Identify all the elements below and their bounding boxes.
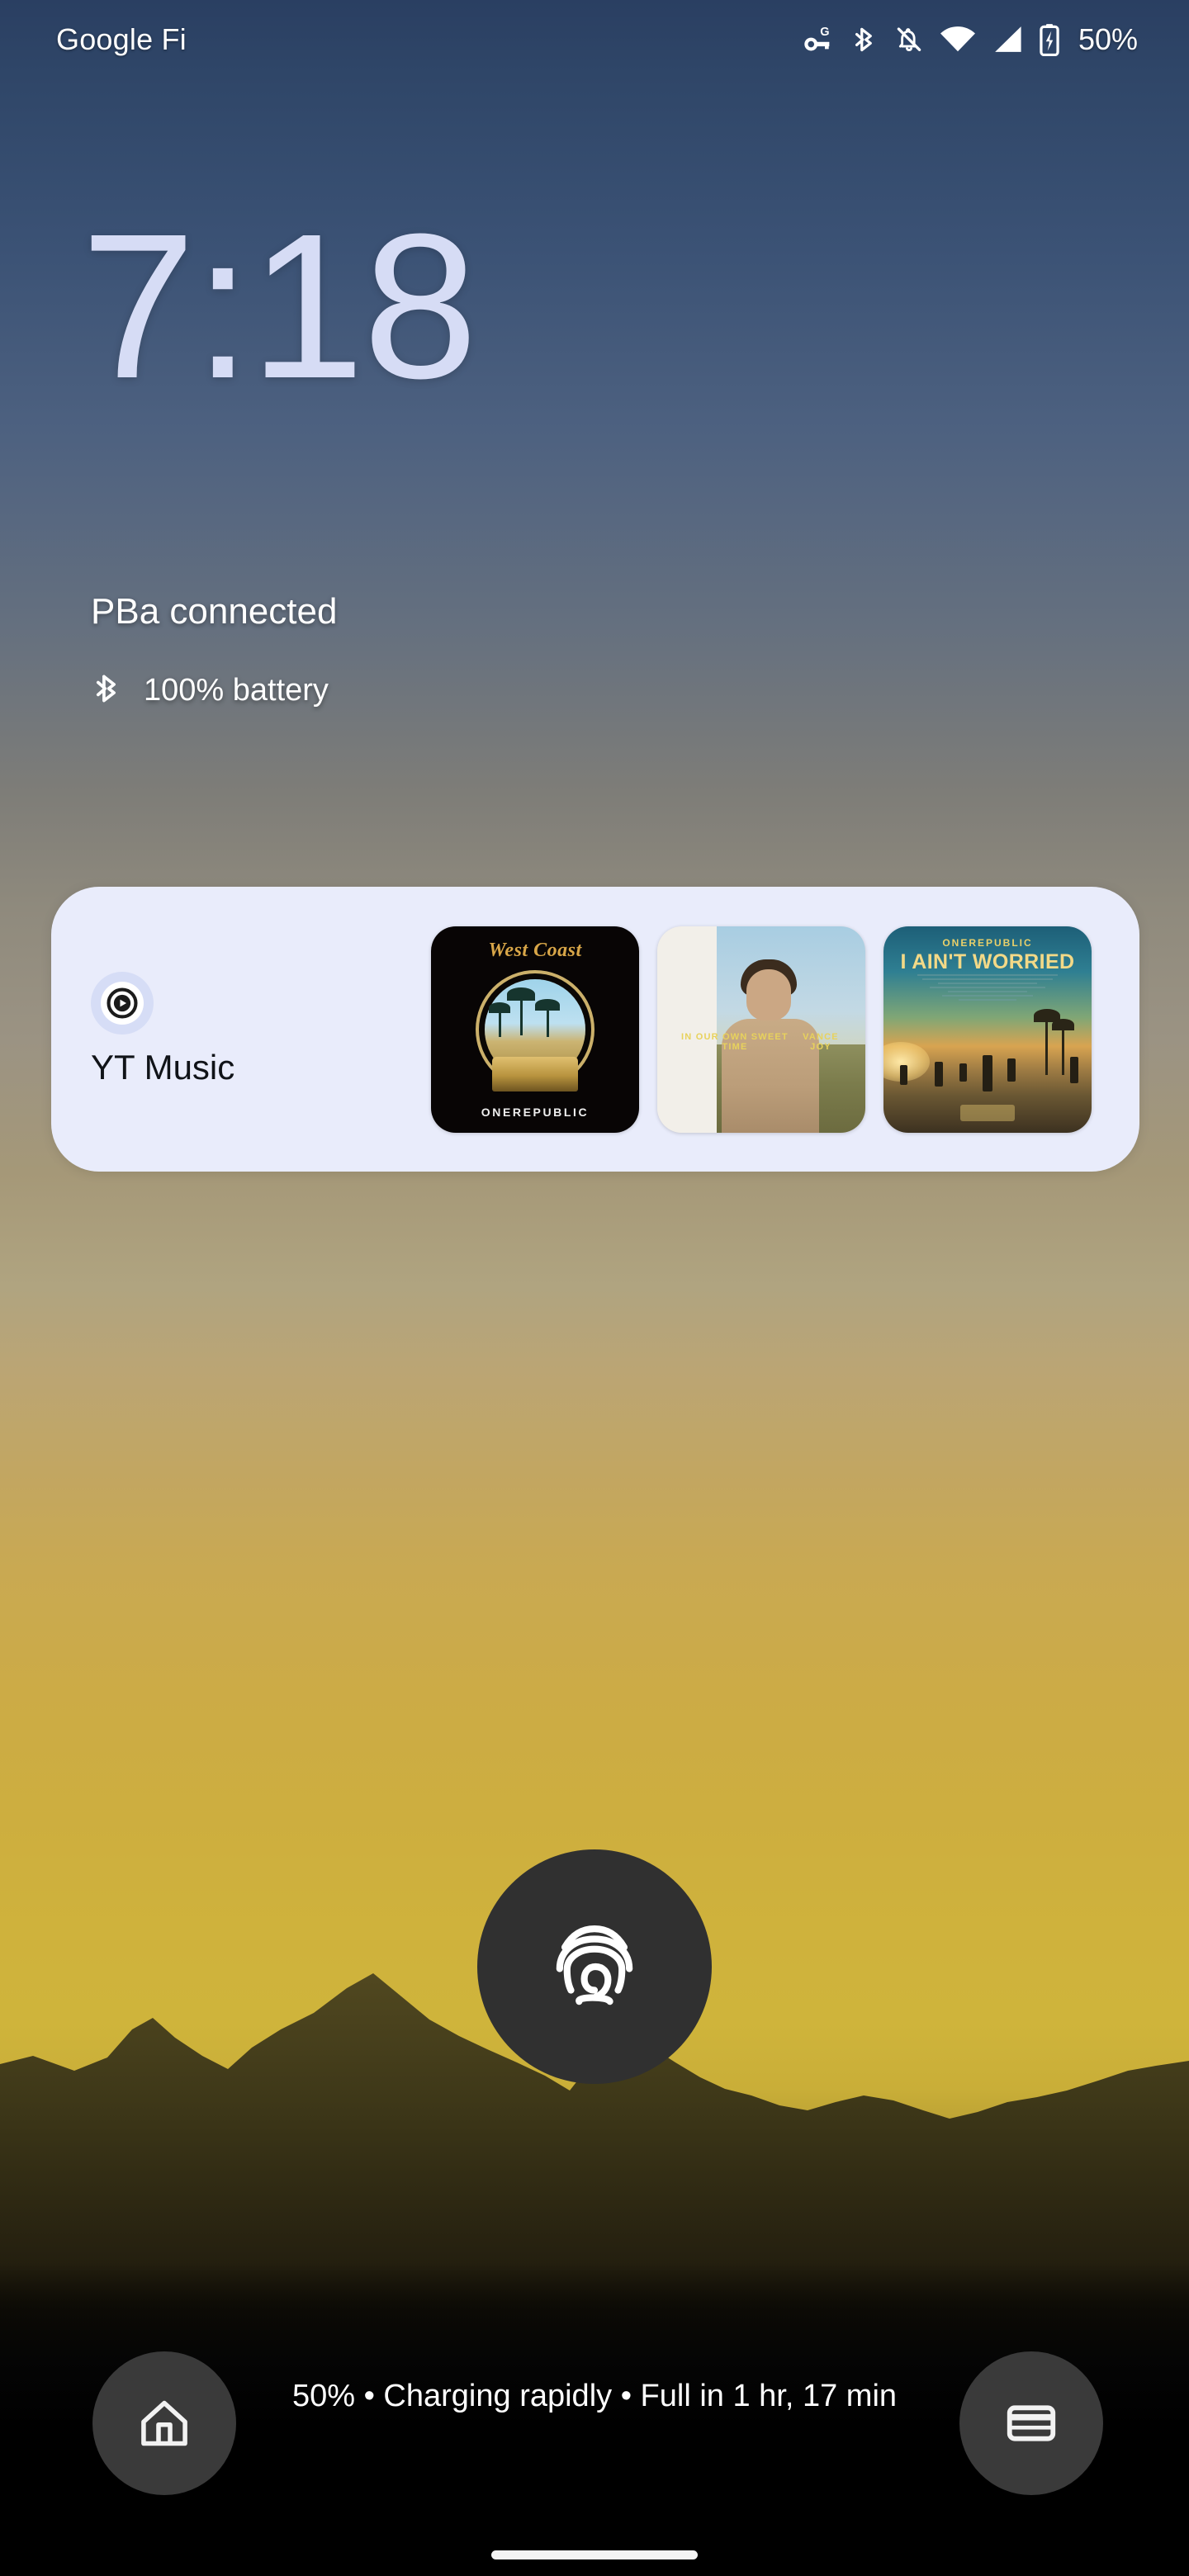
battery-percent-label: 50% bbox=[1078, 22, 1138, 56]
lock-screen: Google Fi G 50% 7:18 PBa connected 100% … bbox=[0, 0, 1189, 2576]
home-controls-shortcut-button[interactable] bbox=[92, 2351, 236, 2495]
album-1-title: West Coast bbox=[488, 939, 582, 961]
carrier-label: Google Fi bbox=[56, 22, 187, 56]
album-3-title: I AIN'T WORRIED bbox=[900, 949, 1075, 973]
youtube-music-icon[interactable] bbox=[91, 971, 154, 1035]
notification-title[interactable]: PBa connected bbox=[91, 591, 337, 632]
battery-charging-icon bbox=[1039, 23, 1060, 56]
status-icon-group: G 50% bbox=[803, 22, 1138, 57]
widget-header: YT Music bbox=[51, 971, 431, 1087]
bluetooth-icon bbox=[854, 24, 879, 55]
wifi-icon bbox=[940, 25, 976, 54]
yt-music-widget[interactable]: YT Music West Coast ONEREPUBLIC IN OUR O… bbox=[51, 887, 1139, 1172]
charging-status-text: 50% • Charging rapidly • Full in 1 hr, 1… bbox=[291, 2379, 898, 2413]
album-2-person-head bbox=[746, 968, 791, 1020]
widget-app-name: YT Music bbox=[91, 1047, 235, 1087]
notifications-off-icon bbox=[894, 24, 924, 55]
album-2-title: IN OUR OWN SWEET TIME bbox=[681, 1031, 789, 1052]
album-3-artist: ONEREPUBLIC bbox=[942, 936, 1033, 949]
album-art-in-our-own-sweet-time[interactable]: IN OUR OWN SWEET TIME VANCE JOY bbox=[657, 926, 865, 1133]
home-indicator-bar[interactable] bbox=[491, 2550, 698, 2559]
album-art-i-aint-worried[interactable]: ONEREPUBLIC I AIN'T WORRIED bbox=[883, 926, 1092, 1133]
album-2-torn-edge bbox=[657, 926, 717, 1133]
wallet-card-icon bbox=[1007, 2405, 1056, 2441]
album-art-west-coast[interactable]: West Coast ONEREPUBLIC bbox=[431, 926, 639, 1133]
fingerprint-unlock-button[interactable] bbox=[477, 1849, 712, 2084]
wallet-shortcut-button[interactable] bbox=[959, 2351, 1103, 2495]
notification-detail-row[interactable]: 100% battery bbox=[94, 670, 329, 711]
vpn-key-icon: G bbox=[803, 24, 838, 55]
album-1-artist: ONEREPUBLIC bbox=[481, 1105, 590, 1119]
album-3-credit-lines bbox=[883, 973, 1092, 1001]
fingerprint-icon bbox=[556, 1925, 633, 2005]
lock-screen-clock[interactable]: 7:18 bbox=[81, 203, 478, 410]
notification-battery-label: 100% battery bbox=[144, 673, 329, 708]
album-3-logo bbox=[960, 1104, 1015, 1121]
svg-text:G: G bbox=[820, 26, 829, 39]
album-2-caption: IN OUR OWN SWEET TIME VANCE JOY bbox=[657, 1032, 865, 1052]
album-2-artist: VANCE JOY bbox=[803, 1031, 839, 1052]
home-icon bbox=[141, 2400, 187, 2446]
album-thumbnail-row[interactable]: West Coast ONEREPUBLIC IN OUR OWN SWEET … bbox=[431, 926, 1092, 1133]
cellular-signal-icon bbox=[992, 25, 1023, 54]
bluetooth-icon bbox=[94, 670, 124, 711]
album-1-car-art bbox=[492, 1056, 578, 1091]
status-bar: Google Fi G 50% bbox=[0, 0, 1189, 79]
